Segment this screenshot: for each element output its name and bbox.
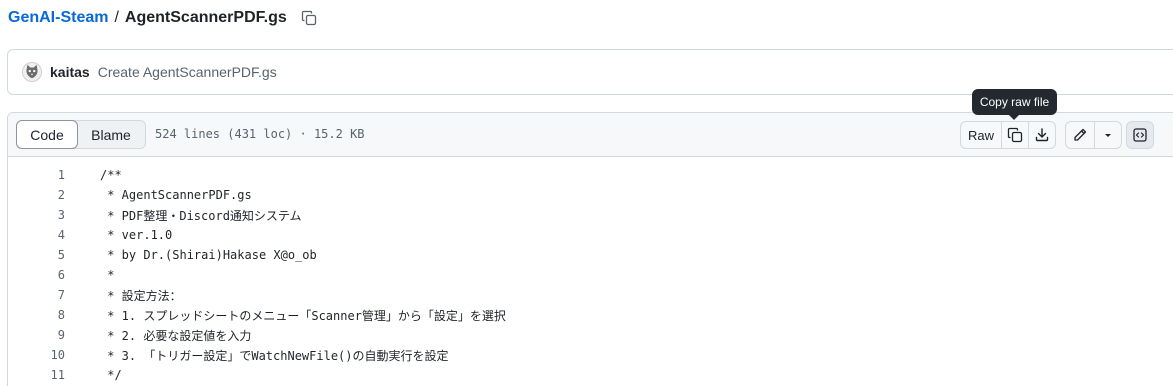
copy-path-button[interactable] (299, 8, 319, 28)
code-line: 10 * 3. 「トリガー設定」でWatchNewFile()の自動実行を設定 (8, 345, 1173, 365)
tab-blame[interactable]: Blame (77, 121, 145, 148)
line-number[interactable]: 9 (8, 328, 65, 342)
copy-raw-button[interactable] (1001, 122, 1028, 148)
line-number[interactable]: 5 (8, 248, 65, 262)
chevron-down-icon (1105, 134, 1111, 137)
edit-button[interactable] (1066, 122, 1094, 148)
line-content: * ver.1.0 (100, 228, 173, 242)
edit-dropdown-button[interactable] (1094, 122, 1121, 148)
line-number[interactable]: 1 (8, 168, 65, 182)
raw-button[interactable]: Raw (961, 122, 1001, 148)
tab-code[interactable]: Code (16, 120, 78, 149)
line-content: * 2. 必要な設定値を入力 (100, 328, 252, 343)
line-content: */ (100, 368, 122, 382)
tooltip: Copy raw file (972, 89, 1057, 120)
commit-message[interactable]: Create AgentScannerPDF.gs (98, 64, 277, 80)
code-line: 8 * 1. スプレッドシートのメニュー「Scanner管理」から「設定」を選択 (8, 305, 1173, 325)
line-number[interactable]: 7 (8, 288, 65, 302)
breadcrumb: GenAI-Steam / AgentScannerPDF.gs (8, 7, 319, 29)
cat-avatar-icon (26, 64, 38, 79)
line-number[interactable]: 3 (8, 208, 65, 222)
view-toggle: Code Blame (16, 120, 146, 149)
code-square-icon (1133, 128, 1147, 142)
line-number[interactable]: 10 (8, 348, 65, 362)
file-name: AgentScannerPDF.gs (124, 9, 287, 26)
code-line: 6 * (8, 265, 1173, 285)
file-viewer: Code Blame 524 lines (431 loc) · 15.2 KB… (7, 112, 1173, 386)
symbols-actions (1126, 121, 1154, 149)
code-line: 7 * 設定方法： (8, 285, 1173, 305)
line-content: * 1. スプレッドシートのメニュー「Scanner管理」から「設定」を選択 (100, 308, 506, 323)
line-number[interactable]: 8 (8, 308, 65, 322)
code-line: 3 * PDF整理・Discord通知システム (8, 205, 1173, 225)
download-button[interactable] (1028, 122, 1055, 148)
repo-link[interactable]: GenAI-Steam (8, 9, 108, 27)
line-content: /** (100, 168, 122, 182)
download-icon (1035, 128, 1049, 142)
line-content: * PDF整理・Discord通知システム (100, 208, 302, 223)
symbols-panel-button[interactable] (1127, 122, 1153, 148)
pencil-icon (1074, 128, 1087, 141)
line-number[interactable]: 4 (8, 228, 65, 242)
code-view: 1/** 2 * AgentScannerPDF.gs 3 * PDF整理・Disc… (8, 165, 1173, 385)
edit-actions (1065, 121, 1122, 149)
code-line: 11 */ (8, 365, 1173, 385)
code-line: 2 * AgentScannerPDF.gs (8, 185, 1173, 205)
copy-icon (301, 10, 316, 26)
commit-author[interactable]: kaitas (50, 64, 90, 80)
line-number[interactable]: 11 (8, 368, 65, 382)
code-line: 9 * 2. 必要な設定値を入力 (8, 325, 1173, 345)
raw-actions: Raw (960, 121, 1056, 149)
file-header: Code Blame 524 lines (431 loc) · 15.2 KB… (8, 113, 1173, 157)
line-content: * 3. 「トリガー設定」でWatchNewFile()の自動実行を設定 (100, 348, 449, 363)
file-meta: 524 lines (431 loc) · 15.2 KB (155, 127, 365, 141)
line-number[interactable]: 2 (8, 188, 65, 202)
line-content: * (100, 268, 115, 282)
copy-icon (1007, 127, 1023, 143)
avatar[interactable] (22, 62, 42, 82)
breadcrumb-separator: / (114, 9, 119, 26)
line-content: * AgentScannerPDF.gs (100, 188, 252, 202)
line-content: * 設定方法： (100, 288, 182, 303)
line-number[interactable]: 6 (8, 268, 65, 282)
line-content: * by Dr.(Shirai)Hakase X@o_ob (100, 248, 317, 262)
code-line: 4 * ver.1.0 (8, 225, 1173, 245)
code-line: 1 /** (8, 165, 1173, 185)
code-line: 5 * by Dr.(Shirai)Hakase X@o_ob (8, 245, 1173, 265)
